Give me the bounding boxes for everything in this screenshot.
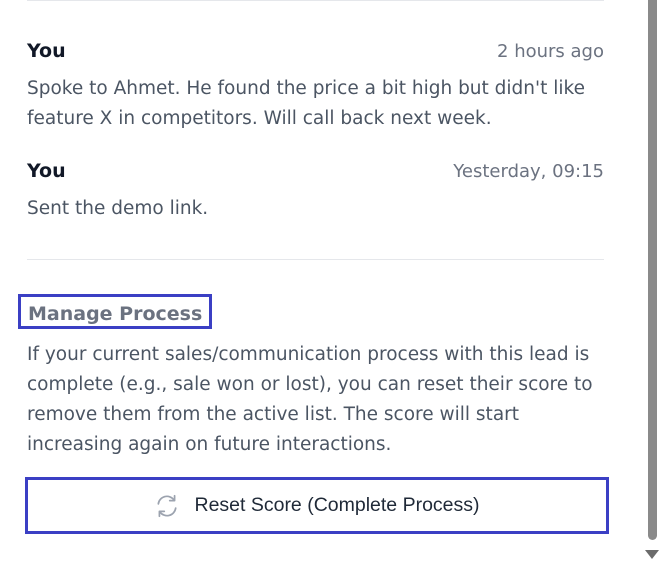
note-timestamp: 2 hours ago (497, 41, 604, 62)
lead-notes-panel: You 2 hours ago Spoke to Ahmet. He found… (0, 0, 640, 562)
vertical-scrollbar[interactable] (645, 0, 660, 562)
note-author: You (27, 40, 66, 62)
note-text: Sent the demo link. (27, 198, 209, 219)
note-timestamp: Yesterday, 09:15 (453, 161, 604, 182)
divider (27, 259, 604, 260)
refresh-icon (154, 493, 180, 519)
manage-process-description: If your current sales/communication proc… (27, 344, 593, 455)
reset-score-button[interactable]: Reset Score (Complete Process) (25, 477, 609, 534)
note-header: You 2 hours ago (27, 40, 604, 66)
manage-process-title: Manage Process (18, 294, 213, 329)
reset-score-label: Reset Score (Complete Process) (194, 494, 480, 516)
scroll-down-arrow-icon[interactable] (645, 550, 659, 559)
note-item: You Yesterday, 09:15 Sent the demo link. (27, 160, 604, 224)
scrollbar-thumb[interactable] (648, 0, 657, 540)
divider (27, 0, 604, 1)
note-author: You (27, 160, 66, 182)
note-text: Spoke to Ahmet. He found the price a bit… (27, 78, 585, 129)
note-header: You Yesterday, 09:15 (27, 160, 604, 186)
note-item: You 2 hours ago Spoke to Ahmet. He found… (27, 40, 604, 134)
